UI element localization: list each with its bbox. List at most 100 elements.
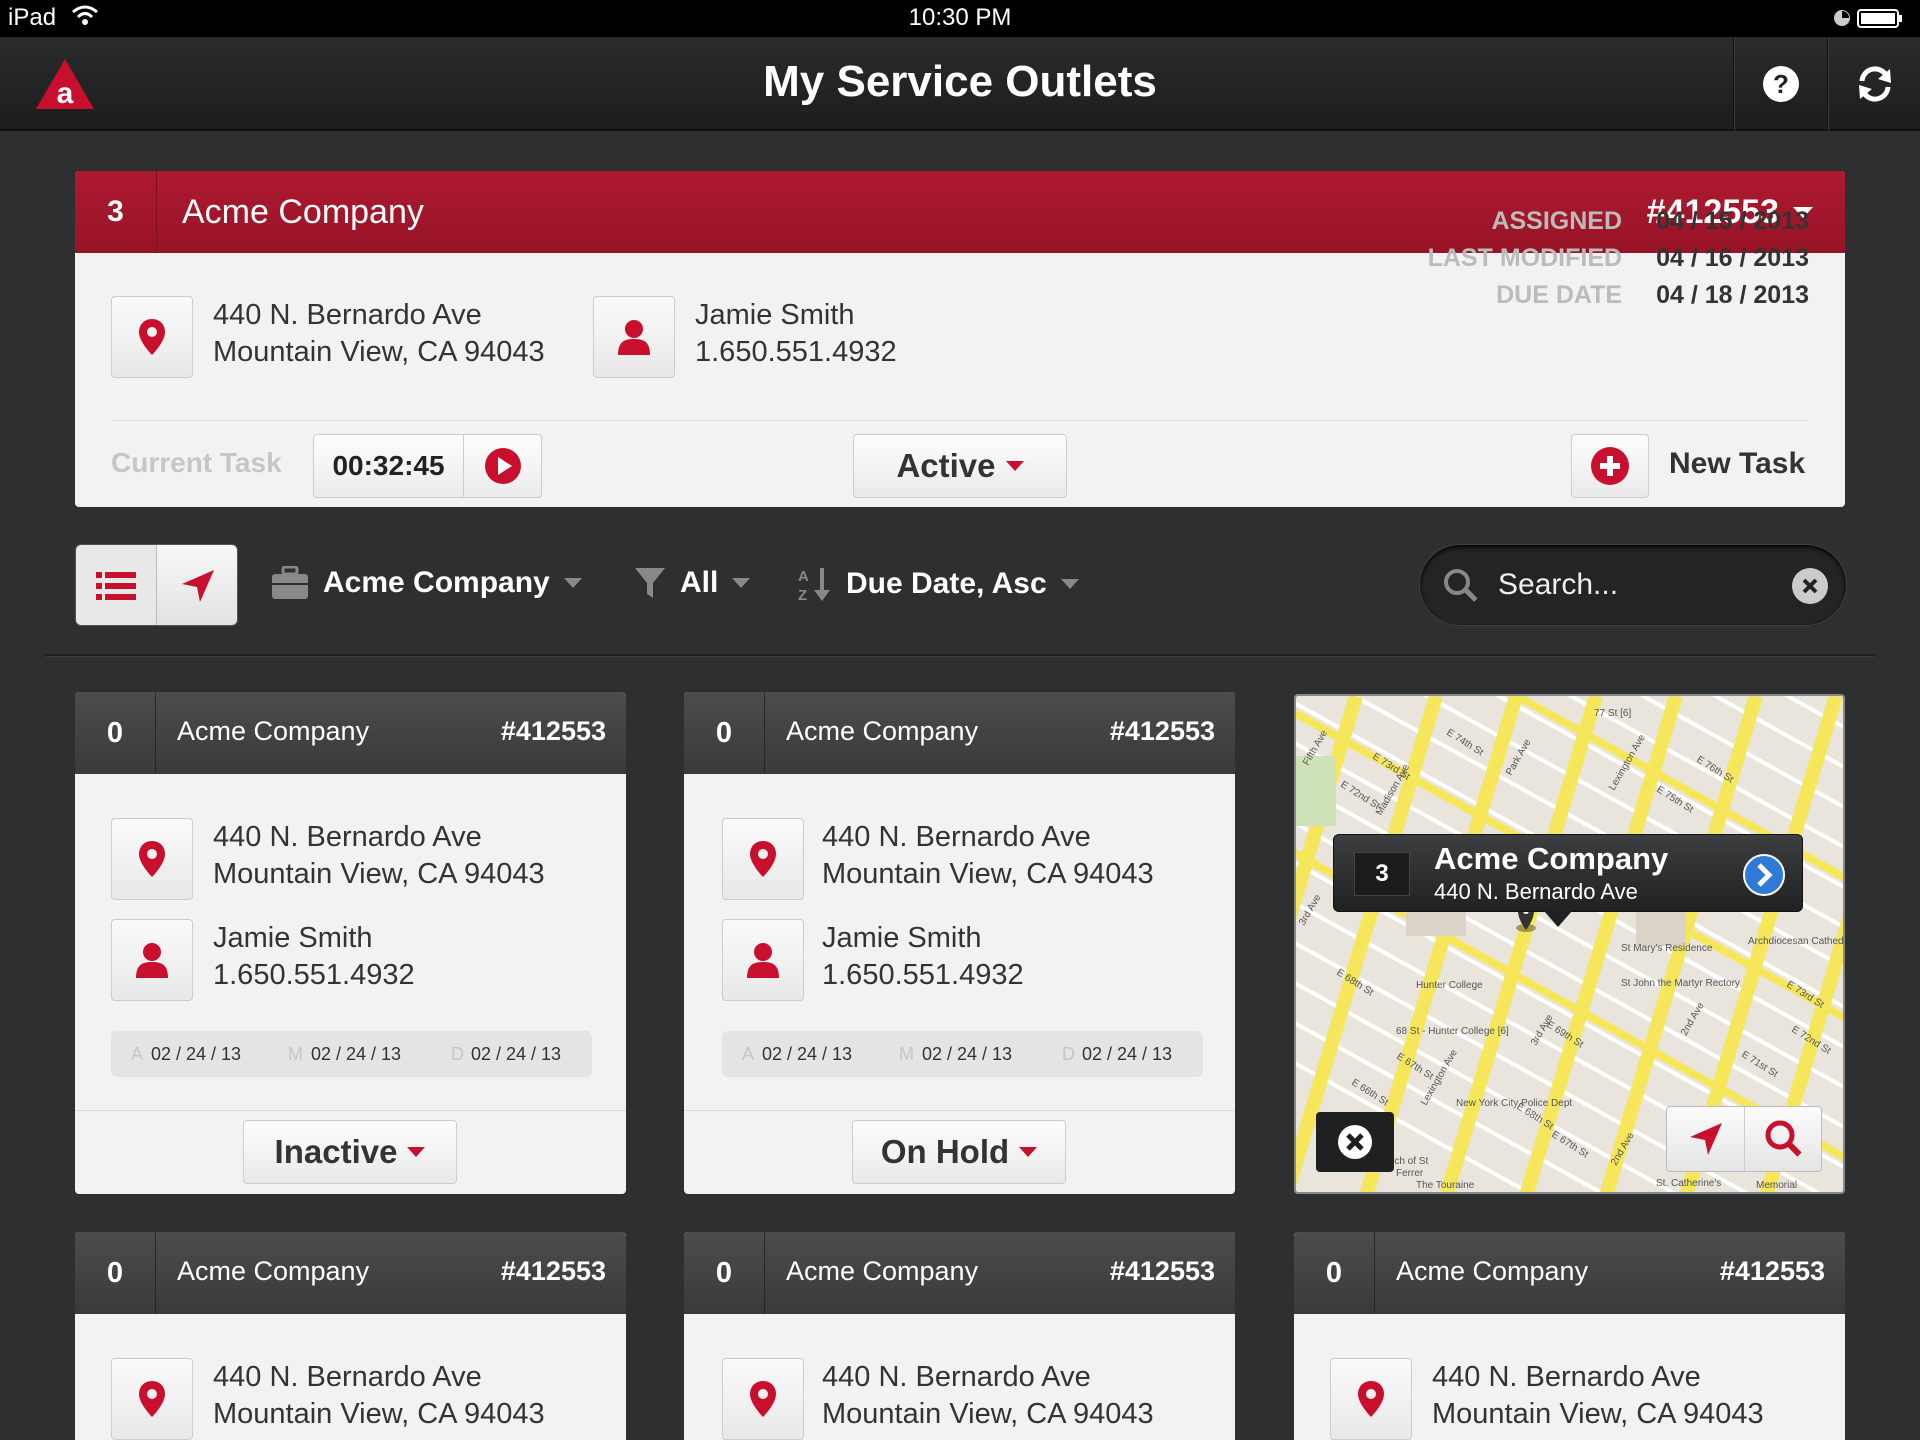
outlet-card-header[interactable]: 0 Acme Company #412553 xyxy=(1294,1232,1845,1314)
date-bar: A 02 / 24 / 13 M 02 / 24 / 13 D 02 / 24 … xyxy=(722,1031,1203,1077)
contact-phone: 1.650.551.4932 xyxy=(822,959,1024,991)
address-button[interactable] xyxy=(111,818,193,900)
battery-icon xyxy=(1828,5,1908,31)
outlet-card[interactable]: 0 Acme Company #412553 440 N. Bernardo A… xyxy=(684,1232,1235,1440)
address-line1: 440 N. Bernardo Ave xyxy=(213,1361,482,1393)
callout-address: 440 N. Bernardo Ave xyxy=(1434,879,1638,904)
status-dropdown[interactable]: On Hold xyxy=(852,1120,1066,1184)
search-input[interactable] xyxy=(1498,565,1768,605)
divider xyxy=(75,1110,626,1111)
address-button[interactable] xyxy=(111,1358,193,1440)
contact-button[interactable] xyxy=(722,919,804,1001)
street-label: St Mary's Residence xyxy=(1621,943,1713,954)
assigned-date: 02 / 24 / 13 xyxy=(762,1044,853,1064)
outlet-card[interactable]: 0 Acme Company #412553 440 N. Bernardo A… xyxy=(75,1232,626,1440)
company-name: Acme Company xyxy=(177,1256,370,1286)
address-button[interactable] xyxy=(722,1358,804,1440)
due-date: 02 / 24 / 13 xyxy=(471,1044,562,1064)
outlet-card-header[interactable]: 0 Acme Company #412553 xyxy=(684,692,1235,774)
street-label: rch of St xyxy=(1391,1156,1428,1167)
address-line2: Mountain View, CA 94043 xyxy=(822,858,1154,890)
refresh-button[interactable] xyxy=(1827,37,1920,131)
contact-button[interactable] xyxy=(593,296,675,378)
new-task-button[interactable] xyxy=(1571,434,1649,498)
street-label: St John the Martyr Rectory xyxy=(1621,978,1740,989)
play-button[interactable] xyxy=(464,435,541,497)
callout-count: 3 xyxy=(1354,852,1410,896)
outlet-card-header[interactable]: 0 Acme Company #412553 xyxy=(684,1232,1235,1314)
assigned-label: ASSIGNED xyxy=(1491,207,1623,235)
assigned-key: A xyxy=(742,1044,755,1064)
modified-date: 04 / 16 / 2013 xyxy=(1656,244,1809,272)
map-search-button[interactable] xyxy=(1745,1107,1822,1171)
sort-selector[interactable]: AZ Due Date, Asc xyxy=(798,566,1079,602)
map-pin-icon xyxy=(139,1381,165,1417)
close-icon xyxy=(1802,578,1818,594)
map-view-button[interactable] xyxy=(157,545,237,625)
close-icon xyxy=(1338,1125,1372,1159)
map-pin-icon xyxy=(750,1381,776,1417)
street-label: St. Catherine's xyxy=(1656,1178,1721,1189)
navigation-arrow-icon xyxy=(1689,1123,1722,1155)
address-button[interactable] xyxy=(722,818,804,900)
close-map-button[interactable] xyxy=(1316,1112,1394,1172)
outlet-card[interactable]: 0 Acme Company #412553 440 N. Bernardo A… xyxy=(684,692,1235,1194)
map-view[interactable]: Fifth Ave E 73rd St E 74th St Park Ave 7… xyxy=(1294,694,1845,1194)
company-filter[interactable]: Acme Company xyxy=(271,566,582,600)
type-filter[interactable]: All xyxy=(634,566,751,600)
section-divider xyxy=(45,654,1875,656)
person-icon xyxy=(618,320,650,355)
help-button[interactable]: ? xyxy=(1733,37,1827,131)
clear-search-button[interactable] xyxy=(1792,568,1828,604)
outlet-card[interactable]: 0 Acme Company #412553 440 N. Bernardo A… xyxy=(75,692,626,1194)
address-line2: Mountain View, CA 94043 xyxy=(1432,1398,1764,1430)
nav-bar: a My Service Outlets ? xyxy=(0,37,1920,131)
callout-title: Acme Company xyxy=(1434,841,1669,876)
clock: 10:30 PM xyxy=(908,4,1012,31)
address-button[interactable] xyxy=(1330,1358,1412,1440)
order-number: #412553 xyxy=(1109,1256,1215,1286)
due-key: D xyxy=(451,1044,464,1064)
status-dropdown[interactable]: Active xyxy=(853,434,1067,498)
person-icon xyxy=(747,943,779,978)
address-line1: 440 N. Bernardo Ave xyxy=(822,1361,1091,1393)
street-label: The Touraine xyxy=(1416,1180,1475,1191)
map-callout[interactable]: 3 Acme Company 440 N. Bernardo Ave xyxy=(1333,834,1803,927)
divider xyxy=(684,1110,1235,1111)
outlet-card[interactable]: 0 Acme Company #412553 440 N. Bernardo A… xyxy=(1294,1232,1845,1440)
locate-button[interactable] xyxy=(1667,1107,1745,1171)
address-button[interactable] xyxy=(111,296,193,378)
status-dropdown[interactable]: Inactive xyxy=(243,1120,457,1184)
status-bar: iPad 10:30 PM xyxy=(0,0,1920,37)
chevron-right-icon[interactable] xyxy=(1742,853,1786,897)
contact: Jamie Smith 1.650.551.4932 xyxy=(822,920,1024,994)
play-icon xyxy=(484,448,521,484)
modified-label: LAST MODIFIED xyxy=(1427,244,1623,272)
street-label: New York City Police Dept xyxy=(1456,1098,1572,1109)
address-line1: 440 N. Bernardo Ave xyxy=(213,299,482,331)
street-label: Memorial xyxy=(1756,1180,1797,1191)
type-filter-label: All xyxy=(680,566,719,599)
list-view-button[interactable] xyxy=(76,545,157,625)
outlet-card-header[interactable]: 0 Acme Company #412553 xyxy=(75,1232,626,1314)
map-pin-icon xyxy=(1358,1381,1384,1417)
briefcase-icon xyxy=(272,566,308,599)
outlet-card-header[interactable]: 0 Acme Company #412553 xyxy=(75,692,626,774)
task-count: 0 xyxy=(75,1232,156,1314)
contact: Jamie Smith 1.650.551.4932 xyxy=(213,920,415,994)
caret-down-icon xyxy=(1019,1147,1038,1157)
order-number: #412553 xyxy=(1109,716,1215,746)
company-name: Acme Company xyxy=(182,193,424,231)
sort-icon: AZ xyxy=(798,568,830,602)
modified-key: M xyxy=(899,1044,914,1064)
address-line1: 440 N. Bernardo Ave xyxy=(822,821,1091,853)
new-task-label[interactable]: New Task xyxy=(1669,447,1805,481)
assigned-key: A xyxy=(131,1044,144,1064)
task-count: 0 xyxy=(75,692,156,774)
contact-name: Jamie Smith xyxy=(822,922,982,954)
assigned-date: 04 / 15 / 2013 xyxy=(1656,207,1809,235)
contact-name: Jamie Smith xyxy=(213,922,373,954)
contact-button[interactable] xyxy=(111,919,193,1001)
modified-date: 02 / 24 / 13 xyxy=(311,1044,402,1064)
due-label: DUE DATE xyxy=(1496,281,1623,309)
